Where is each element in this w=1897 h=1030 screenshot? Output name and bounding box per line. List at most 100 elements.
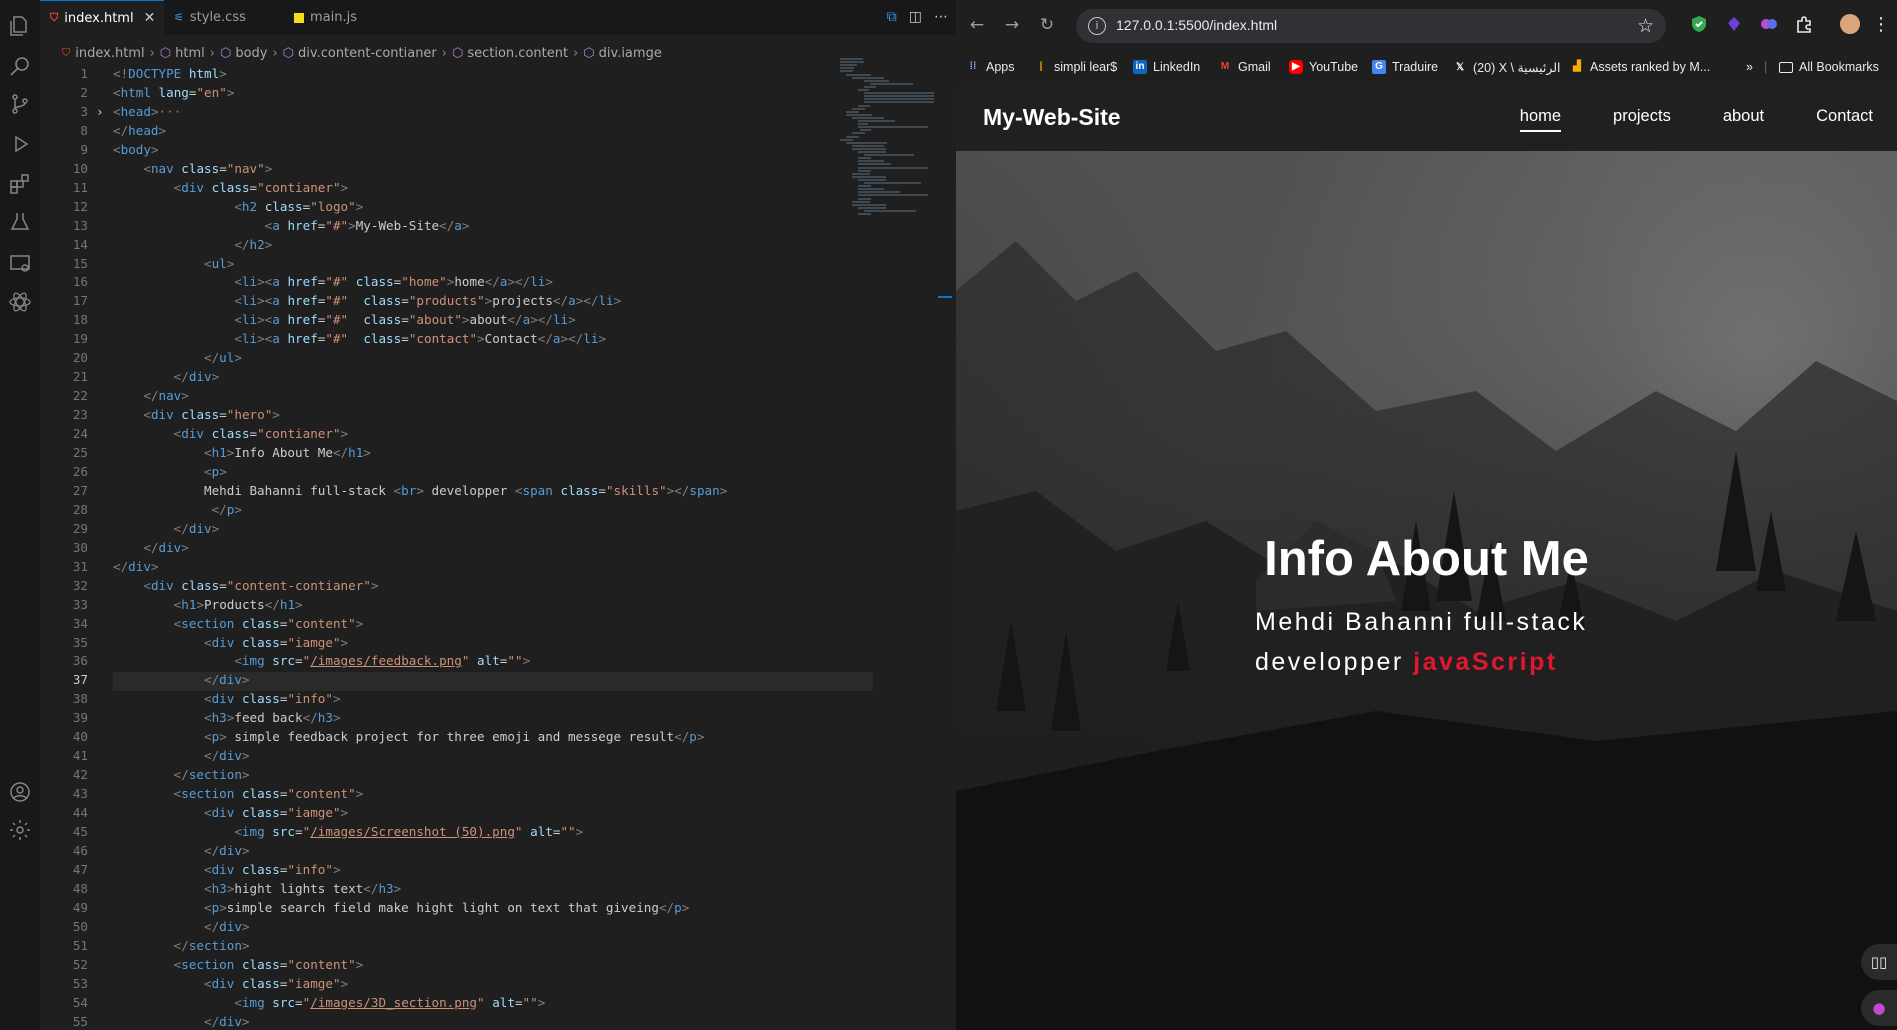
code-line[interactable]: </h2> — [113, 237, 272, 252]
code-line[interactable]: <section class="content"> — [113, 786, 364, 801]
run-debug-icon[interactable] — [8, 132, 32, 156]
code-line[interactable]: <html lang="en"> — [113, 85, 234, 100]
code-line[interactable]: <img src="/images/feedback.png" alt=""> — [113, 653, 530, 668]
code-editor[interactable]: 1 <!DOCTYPE html> 2 <html lang="en"> 3 › <head… — [40, 66, 873, 1030]
code-line[interactable]: <img src="/images/Screenshot (50).png" a… — [113, 824, 583, 839]
code-line[interactable]: <h3>hight lights text</h3> — [113, 881, 401, 896]
code-line[interactable]: </div> — [113, 672, 250, 687]
reload-icon[interactable]: ↻ — [1036, 14, 1058, 36]
nav-link-about[interactable]: about — [1723, 107, 1764, 132]
code-line[interactable]: <nav class="nav"> — [113, 161, 272, 176]
code-line[interactable]: </nav> — [113, 388, 189, 403]
code-line[interactable]: </div> — [113, 748, 250, 763]
code-line[interactable]: <h2 class="logo"> — [113, 199, 363, 214]
nav-link-contact[interactable]: Contact — [1816, 107, 1873, 132]
code-line[interactable]: </div> — [113, 1014, 250, 1029]
code-line[interactable]: <div class="hero"> — [113, 407, 280, 422]
code-line[interactable]: <div class="iamge"> — [113, 976, 348, 991]
code-line[interactable]: <div class="info"> — [113, 862, 341, 877]
address-bar[interactable]: i 127.0.0.1:5500/index.html ☆ — [1076, 9, 1666, 43]
remote-explorer-icon[interactable] — [8, 252, 32, 276]
code-line[interactable]: <p> simple feedback project for three em… — [113, 729, 704, 744]
tab-main-js[interactable]: main.js — [284, 0, 394, 35]
breadcrumb-item[interactable]: body — [235, 46, 267, 61]
bookmark-star-icon[interactable]: ☆ — [1637, 15, 1654, 37]
code-line[interactable]: </p> — [113, 502, 242, 517]
bookmarks-overflow-icon[interactable]: » — [1746, 60, 1753, 74]
bookmark-youtube[interactable]: ▶ YouTube — [1289, 60, 1358, 74]
code-line[interactable]: </div> — [113, 521, 220, 536]
code-line[interactable]: Mehdi Bahanni full-stack <br> developper… — [113, 483, 727, 498]
url-text[interactable]: 127.0.0.1:5500/index.html — [1116, 17, 1277, 33]
code-line[interactable]: <section class="content"> — [113, 616, 364, 631]
code-line[interactable]: </section> — [113, 938, 250, 953]
fold-chevron-icon[interactable]: › — [96, 104, 104, 119]
code-line[interactable]: </ul> — [113, 350, 242, 365]
breadcrumb-item[interactable]: index.html — [75, 46, 144, 61]
extensions-puzzle-icon[interactable] — [1794, 14, 1814, 34]
code-line[interactable]: <p> — [113, 464, 227, 479]
code-line[interactable]: </head> — [113, 123, 166, 138]
site-logo[interactable]: My-Web-Site — [983, 104, 1121, 131]
bookmark-apps[interactable]: ⁞⁞ Apps — [966, 60, 1015, 74]
minimap[interactable] — [840, 58, 940, 238]
code-line[interactable]: <h3>feed back</h3> — [113, 710, 341, 725]
code-line[interactable]: <li><a href="#" class="contact">Contact<… — [113, 331, 606, 346]
split-editor-icon[interactable]: ◫ — [909, 9, 922, 25]
code-line[interactable]: <li><a href="#" class="home">home</a></l… — [113, 274, 553, 289]
forward-arrow-icon[interactable]: → — [1001, 14, 1023, 36]
assistant-brain-icon[interactable]: ● — [1861, 990, 1897, 1026]
extensions-icon[interactable] — [8, 172, 32, 196]
bookmark-traduire[interactable]: G Traduire — [1372, 60, 1438, 74]
code-line[interactable]: <h1>Products</h1> — [113, 597, 303, 612]
testing-icon[interactable] — [8, 210, 32, 234]
code-line[interactable]: <div class="iamge"> — [113, 805, 348, 820]
react-icon[interactable] — [8, 290, 32, 314]
code-line[interactable]: </div> — [113, 540, 189, 555]
code-line[interactable]: <p>simple search field make hight light … — [113, 900, 689, 915]
bookmark-linkedin[interactable]: in LinkedIn — [1133, 60, 1200, 74]
code-line[interactable]: <a href="#">My-Web-Site</a> — [113, 218, 470, 233]
more-actions-icon[interactable]: ⋯ — [934, 9, 948, 25]
profile-avatar[interactable] — [1840, 14, 1860, 34]
gem-extension-icon[interactable] — [1724, 14, 1744, 34]
tab-style-css[interactable]: ⚟ style.css — [164, 0, 284, 35]
menu-kebab-icon[interactable]: ⋮ — [1871, 14, 1891, 35]
bookmark-assets[interactable]: ▟ Assets ranked by M... — [1570, 60, 1710, 74]
breadcrumb-item[interactable]: html — [175, 46, 205, 61]
code-line[interactable]: </div> — [113, 369, 220, 384]
code-line[interactable]: </div> — [113, 843, 250, 858]
code-line[interactable]: <head>··· — [113, 104, 181, 119]
all-bookmarks[interactable]: All Bookmarks — [1779, 60, 1879, 74]
bookmark-simplilearn[interactable]: | simpli lear$ — [1034, 60, 1118, 74]
breadcrumb-item[interactable]: div.iamge — [599, 46, 662, 61]
bookmark-gmail[interactable]: M Gmail — [1218, 60, 1271, 74]
breadcrumb-item[interactable]: section.content — [467, 46, 568, 61]
code-line[interactable]: <h1>Info About Me</h1> — [113, 445, 371, 460]
tab-index-html[interactable]: ⛉ index.html ✕ — [40, 0, 164, 35]
search-icon[interactable] — [8, 54, 32, 78]
code-line[interactable]: <img src="/images/3D_section.png" alt=""… — [113, 995, 545, 1010]
account-icon[interactable] — [8, 780, 32, 804]
shield-extension-icon[interactable] — [1689, 14, 1709, 34]
code-line[interactable]: <li><a href="#" class="products">project… — [113, 293, 621, 308]
code-line[interactable]: <div class="iamge"> — [113, 635, 348, 650]
code-line[interactable]: </section> — [113, 767, 250, 782]
code-line[interactable]: <ul> — [113, 256, 234, 271]
breadcrumb-item[interactable]: div.content-contianer — [298, 46, 437, 61]
reading-mode-icon[interactable]: ▯▯ — [1861, 944, 1897, 980]
code-line[interactable]: </div> — [113, 919, 250, 934]
code-line[interactable]: </div> — [113, 559, 159, 574]
source-control-icon[interactable] — [8, 92, 32, 116]
code-line[interactable]: <div class="info"> — [113, 691, 341, 706]
back-arrow-icon[interactable]: ← — [966, 14, 988, 36]
bookmark-x[interactable]: 𝕏 (20) X \ الرئيسية — [1453, 60, 1561, 75]
settings-gear-icon[interactable] — [8, 818, 32, 842]
close-icon[interactable]: ✕ — [144, 10, 156, 26]
code-line[interactable]: <section class="content"> — [113, 957, 364, 972]
site-info-icon[interactable]: i — [1088, 17, 1106, 35]
brain-extension-icon[interactable] — [1759, 14, 1779, 34]
code-line[interactable]: <div class="contianer"> — [113, 426, 348, 441]
open-preview-icon[interactable]: ⧉ — [887, 9, 897, 25]
code-line[interactable]: <div class="contianer"> — [113, 180, 348, 195]
